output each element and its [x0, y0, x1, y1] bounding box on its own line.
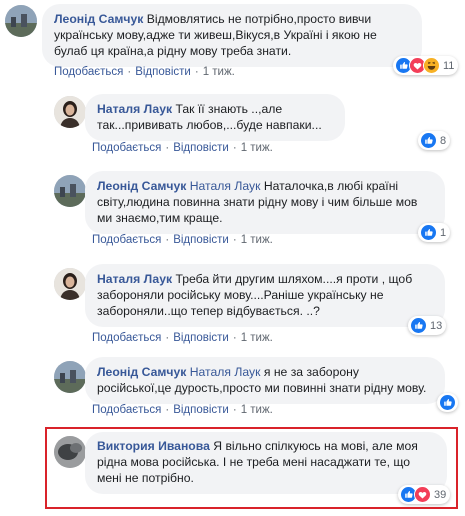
reply-link[interactable]: Відповісти	[135, 66, 191, 78]
haha-icon	[423, 57, 440, 74]
reply-link[interactable]: Відповісти	[173, 142, 229, 154]
avatar[interactable]	[54, 96, 86, 128]
reply-link[interactable]: Відповісти	[173, 404, 229, 416]
avatar[interactable]	[5, 5, 37, 37]
reactions-summary[interactable]: 13	[408, 316, 447, 335]
like-icon	[420, 224, 437, 241]
comment-bubble: Наталя Лаук Так її знають ..,але так...п…	[85, 94, 345, 141]
comment-author[interactable]: Леонід Самчук	[97, 179, 186, 193]
highlight-frame	[45, 427, 458, 509]
reactions-summary[interactable]: 8	[418, 131, 451, 150]
comment-bubble: Леонід Самчук Наталя Лаук Наталочка,в лю…	[85, 171, 445, 234]
comment-author[interactable]: Наталя Лаук	[97, 102, 172, 116]
like-icon	[420, 132, 437, 149]
avatar[interactable]	[54, 268, 86, 300]
comment-actions: Подобається · Відповісти · 1 тиж.	[92, 142, 273, 154]
comment-bubble: Леонід Самчук Відмовлятись не потрібно,п…	[42, 4, 422, 67]
comment-actions: Подобається · Відповісти · 1 тиж.	[92, 234, 273, 246]
reaction-count: 8	[440, 134, 447, 147]
reply-link[interactable]: Відповісти	[173, 234, 229, 246]
comment-author[interactable]: Наталя Лаук	[97, 272, 172, 286]
avatar[interactable]	[54, 175, 86, 207]
like-link[interactable]: Подобається	[92, 404, 161, 416]
like-link[interactable]: Подобається	[92, 142, 161, 154]
comment-time[interactable]: 1 тиж.	[241, 404, 273, 416]
comment-bubble: Наталя Лаук Треба йти другим шляхом....я…	[85, 264, 445, 327]
mention-link[interactable]: Наталя Лаук	[190, 179, 261, 193]
avatar[interactable]	[54, 361, 86, 393]
like-link[interactable]: Подобається	[54, 66, 123, 78]
comment-author[interactable]: Леонід Самчук	[97, 365, 186, 379]
comment-actions: Подобається · Відповісти · 1 тиж.	[92, 404, 273, 416]
reaction-count: 11	[443, 59, 455, 72]
reactions-summary[interactable]	[437, 393, 458, 412]
like-link[interactable]: Подобається	[92, 332, 161, 344]
reply-link[interactable]: Відповісти	[173, 332, 229, 344]
comment-author[interactable]: Леонід Самчук	[54, 12, 143, 26]
comment-actions: Подобається · Відповісти · 1 тиж.	[54, 66, 235, 78]
reaction-count: 13	[430, 319, 443, 332]
reactions-summary[interactable]: 11	[393, 56, 459, 75]
reaction-count: 1	[440, 226, 447, 239]
reactions-summary[interactable]: 1	[418, 223, 451, 242]
like-icon	[439, 394, 456, 411]
comment-actions: Подобається · Відповісти · 1 тиж.	[92, 332, 273, 344]
mention-link[interactable]: Наталя Лаук	[190, 365, 261, 379]
like-icon	[410, 317, 427, 334]
comment-time[interactable]: 1 тиж.	[241, 234, 273, 246]
comment-bubble: Леонід Самчук Наталя Лаук я не за заборо…	[85, 357, 445, 404]
comment-time[interactable]: 1 тиж.	[203, 66, 235, 78]
comment-time[interactable]: 1 тиж.	[241, 142, 273, 154]
like-link[interactable]: Подобається	[92, 234, 161, 246]
comment-time[interactable]: 1 тиж.	[241, 332, 273, 344]
